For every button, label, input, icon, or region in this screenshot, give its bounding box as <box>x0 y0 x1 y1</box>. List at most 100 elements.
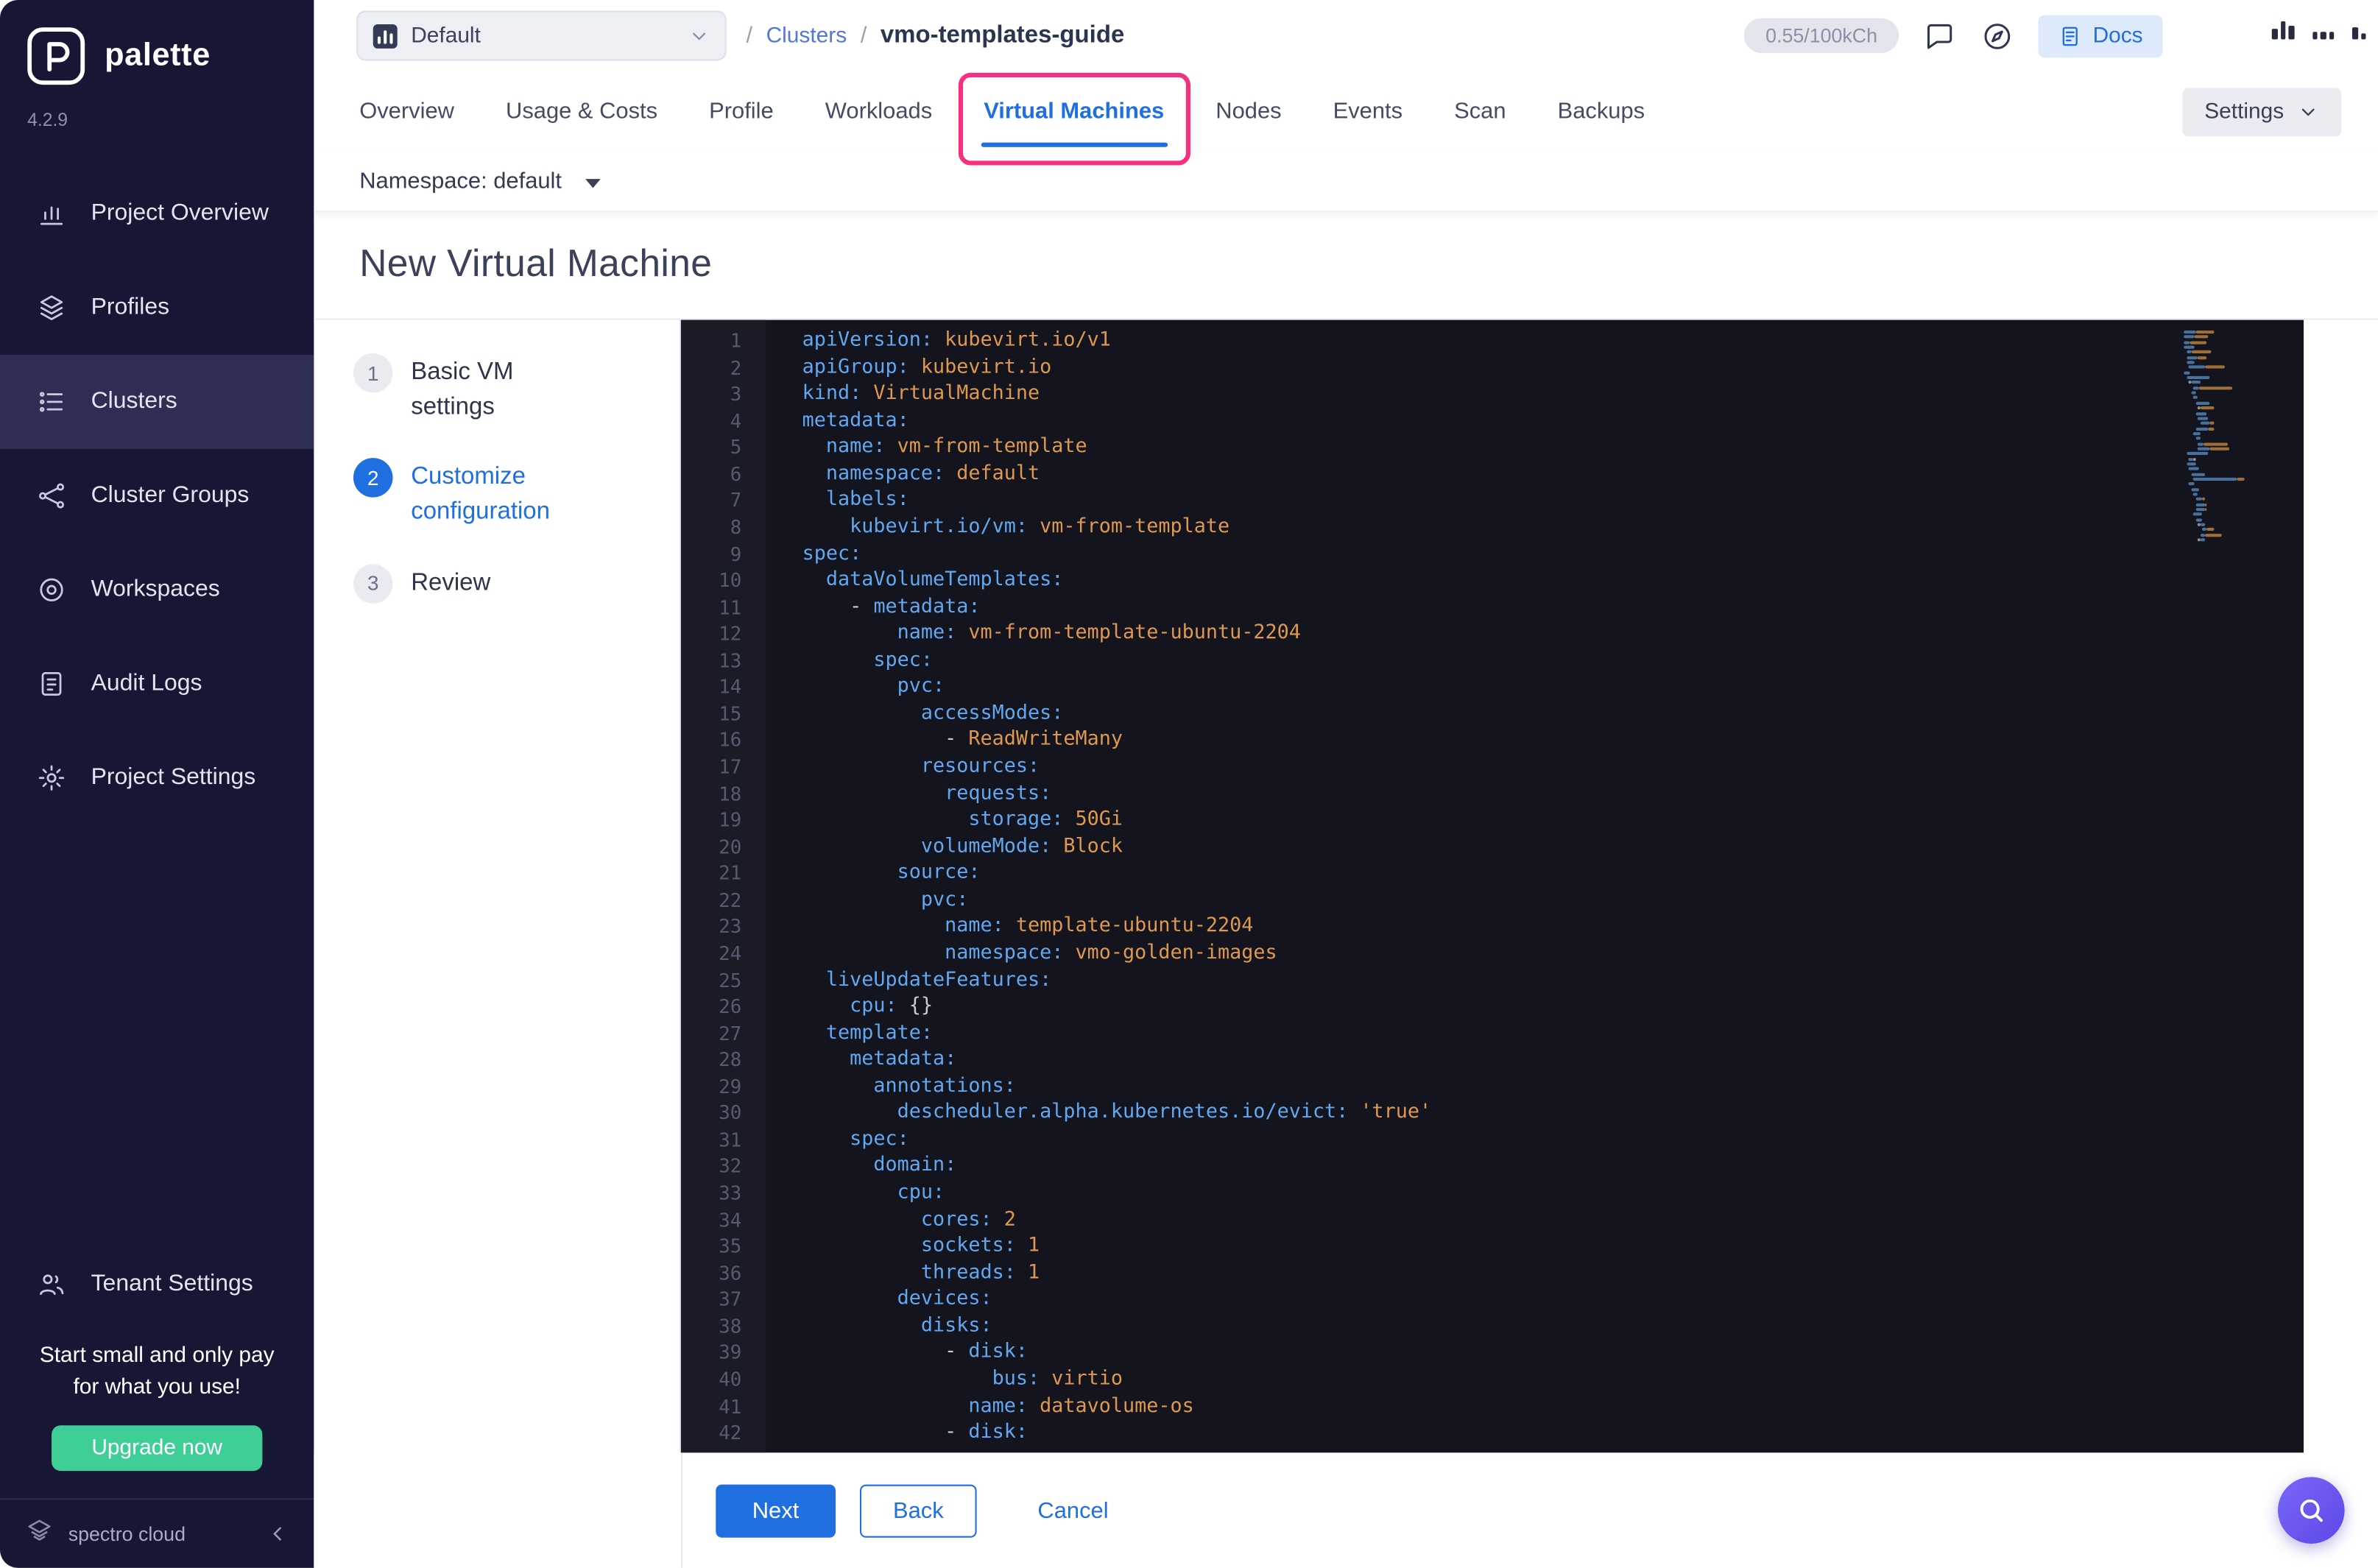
code-line[interactable]: 14 pvc: <box>681 674 2304 700</box>
tab-usage-costs[interactable]: Usage & Costs <box>506 71 657 152</box>
editor-minimap[interactable] <box>2184 320 2293 544</box>
code-line[interactable]: 16 - ReadWriteMany <box>681 727 2304 754</box>
code-line[interactable]: 27 template: <box>681 1020 2304 1047</box>
docs-button[interactable]: Docs <box>2038 14 2163 57</box>
tab-profile[interactable]: Profile <box>709 71 774 152</box>
code-line[interactable]: 39 - disk: <box>681 1340 2304 1366</box>
sidebar-footer: spectro cloud <box>0 1498 314 1568</box>
tab-workloads[interactable]: Workloads <box>825 71 932 152</box>
code-text: kind: VirtualMachine <box>802 382 1040 406</box>
step-label: Review <box>411 570 491 596</box>
caret-down-icon <box>585 178 601 188</box>
sidebar-item-project-overview[interactable]: Project Overview <box>0 167 314 261</box>
line-number: 34 <box>719 1207 742 1231</box>
code-text: metadata: <box>802 409 909 432</box>
code-line[interactable]: 13 spec: <box>681 647 2304 674</box>
sidebar-item-audit-logs[interactable]: Audit Logs <box>0 637 314 731</box>
settings-button[interactable]: Settings <box>2181 87 2342 136</box>
code-line[interactable]: 5 name: vm-from-template <box>681 434 2304 461</box>
layers-icon <box>36 293 66 323</box>
collapse-sidebar-icon[interactable] <box>267 1522 290 1545</box>
target-icon <box>36 575 66 605</box>
code-line[interactable]: 20 volumeMode: Block <box>681 833 2304 860</box>
tab-label: Virtual Machines <box>984 98 1165 124</box>
project-selector[interactable]: Default <box>356 10 727 61</box>
code-line[interactable]: 35 sockets: 1 <box>681 1233 2304 1260</box>
code-line[interactable]: 10 dataVolumeTemplates: <box>681 568 2304 594</box>
search-fab-button[interactable] <box>2277 1477 2345 1544</box>
code-line[interactable]: 22 pvc: <box>681 887 2304 914</box>
brand-logo[interactable]: palette <box>0 0 314 88</box>
sidebar-item-project-settings[interactable]: Project Settings <box>0 731 314 825</box>
code-line[interactable]: 15 accessModes: <box>681 700 2304 727</box>
code-line[interactable]: 23 name: template-ubuntu-2204 <box>681 914 2304 940</box>
tab-scan[interactable]: Scan <box>1454 71 1506 152</box>
breadcrumb-clusters-link[interactable]: Clusters <box>766 24 847 48</box>
code-line[interactable]: 4 metadata: <box>681 407 2304 434</box>
sidebar-item-profiles[interactable]: Profiles <box>0 261 314 355</box>
code-line[interactable]: 17 resources: <box>681 754 2304 780</box>
tab-nodes[interactable]: Nodes <box>1216 71 1281 152</box>
code-line[interactable]: 38 disks: <box>681 1313 2304 1339</box>
wizard-step-customize-configuration[interactable]: 2 Customize configuration <box>353 458 652 531</box>
code-line[interactable]: 6 namespace: default <box>681 461 2304 487</box>
header-misc-icons[interactable] <box>2271 21 2366 40</box>
tab-label: Backups <box>1557 98 1645 124</box>
code-line[interactable]: 42 - disk: <box>681 1419 2304 1446</box>
chat-icon[interactable] <box>1923 19 1956 52</box>
tab-overview[interactable]: Overview <box>359 71 454 152</box>
code-line[interactable]: 26 cpu: {} <box>681 993 2304 1020</box>
tab-events[interactable]: Events <box>1333 71 1403 152</box>
code-text: - ReadWriteMany <box>802 728 1123 752</box>
code-line[interactable]: 2 apiGroup: kubevirt.io <box>681 354 2304 381</box>
code-line[interactable]: 7 labels: <box>681 487 2304 514</box>
code-line[interactable]: 36 threads: 1 <box>681 1260 2304 1286</box>
code-line[interactable]: 11 - metadata: <box>681 594 2304 621</box>
chevron-down-icon <box>688 25 710 46</box>
code-line[interactable]: 41 name: datavolume-os <box>681 1393 2304 1419</box>
next-button[interactable]: Next <box>716 1483 836 1537</box>
code-line[interactable]: 32 domain: <box>681 1153 2304 1179</box>
code-line[interactable]: 30 descheduler.alpha.kubernetes.io/evict… <box>681 1100 2304 1126</box>
brand-name: palette <box>105 38 211 73</box>
code-line[interactable]: 37 devices: <box>681 1286 2304 1313</box>
sidebar-item-label: Project Overview <box>91 199 269 226</box>
namespace-selector[interactable]: Namespace: default <box>314 152 2378 213</box>
code-line[interactable]: 25 liveUpdateFeatures: <box>681 967 2304 993</box>
code-line[interactable]: 18 requests: <box>681 780 2304 807</box>
code-text: spec: <box>802 649 934 672</box>
sidebar-item-clusters[interactable]: Clusters <box>0 355 314 449</box>
code-line[interactable]: 31 spec: <box>681 1126 2304 1153</box>
code-line[interactable]: 21 source: <box>681 860 2304 886</box>
code-line[interactable]: 1 apiVersion: kubevirt.io/v1 <box>681 328 2304 354</box>
back-button[interactable]: Back <box>859 1483 977 1537</box>
code-line[interactable]: 28 metadata: <box>681 1047 2304 1073</box>
code-line[interactable]: 9 spec: <box>681 540 2304 567</box>
sidebar-item-workspaces[interactable]: Workspaces <box>0 543 314 637</box>
code-line[interactable]: 34 cores: 2 <box>681 1207 2304 1233</box>
compass-icon[interactable] <box>1980 19 2014 52</box>
code-line[interactable]: 19 storage: 50Gi <box>681 807 2304 833</box>
tab-virtual-machines[interactable]: Virtual Machines <box>958 71 1190 166</box>
chart-icon <box>36 199 66 229</box>
cancel-button[interactable]: Cancel <box>1029 1486 1118 1536</box>
tab-backups[interactable]: Backups <box>1558 71 1645 152</box>
code-text: threads: 1 <box>802 1261 1040 1285</box>
line-number: 40 <box>719 1367 742 1391</box>
line-number: 6 <box>730 462 742 485</box>
sidebar-item-tenant-settings[interactable]: Tenant Settings <box>0 1249 314 1319</box>
code-line[interactable]: 3 kind: VirtualMachine <box>681 381 2304 407</box>
code-line[interactable]: 8 kubevirt.io/vm: vm-from-template <box>681 514 2304 540</box>
sidebar-item-label: Project Settings <box>91 764 256 791</box>
code-line[interactable]: 24 namespace: vmo-golden-images <box>681 940 2304 967</box>
yaml-editor[interactable]: 1 apiVersion: kubevirt.io/v1 2 apiGroup: ku… <box>680 319 2304 1453</box>
wizard-step-basic-vm-settings[interactable]: 1 Basic VM settings <box>353 353 652 425</box>
upgrade-now-button[interactable]: Upgrade now <box>52 1425 262 1472</box>
code-line[interactable]: 33 cpu: <box>681 1180 2304 1207</box>
code-line[interactable]: 29 annotations: <box>681 1073 2304 1100</box>
line-number: 28 <box>719 1048 742 1071</box>
sidebar-item-cluster-groups[interactable]: Cluster Groups <box>0 449 314 543</box>
code-line[interactable]: 40 bus: virtio <box>681 1366 2304 1393</box>
wizard-step-review[interactable]: 3 Review <box>353 564 652 604</box>
code-line[interactable]: 12 name: vm-from-template-ubuntu-2204 <box>681 621 2304 647</box>
